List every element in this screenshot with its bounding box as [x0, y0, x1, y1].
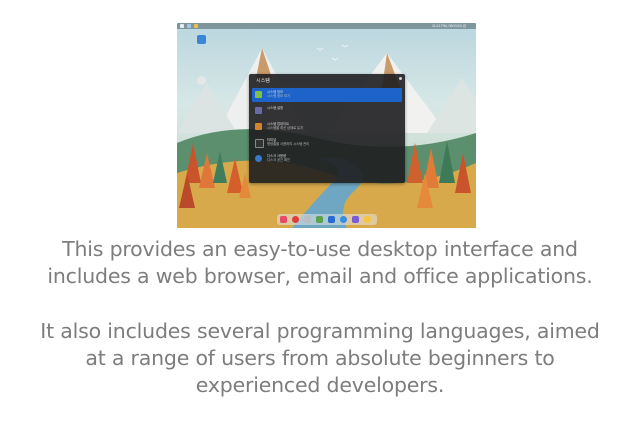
desktop-folder-icon[interactable] — [197, 35, 206, 44]
menu-item-title: 시스템 설정 — [267, 106, 284, 110]
caption-line: experienced developers. — [195, 373, 445, 397]
disk-icon — [255, 155, 262, 162]
system-menu: 시스템 시스템 정보 시스템 정보 보기 시스템 설정 시스템 업데이트 시스템… — [249, 74, 405, 183]
dock — [277, 214, 377, 225]
caption-line: This provides an easy-to-use desktop int… — [62, 237, 578, 261]
menu-item-subtitle: 시스템을 최신 상태로 유지 — [267, 126, 304, 130]
menu-item-system-info[interactable]: 시스템 정보 시스템 정보 보기 — [252, 88, 402, 102]
clock[interactable]: 11:11 PM, 09/11/24 금 — [432, 23, 466, 29]
caption-paragraph-1: This provides an easy-to-use desktop int… — [20, 236, 620, 290]
caption-line: It also includes several programming lan… — [40, 319, 600, 343]
desktop-disk-icon[interactable] — [197, 76, 206, 85]
update-icon — [255, 123, 262, 130]
app-icon[interactable] — [328, 216, 335, 223]
trash-icon[interactable] — [304, 216, 311, 223]
desktop-screenshot: 11:11 PM, 09/11/24 금 시스템 시스템 정보 시스템 정보 보… — [177, 23, 476, 228]
monitor-icon — [255, 91, 262, 98]
caption-line: includes a web browser, email and office… — [47, 264, 593, 288]
files-icon[interactable] — [316, 216, 323, 223]
close-icon[interactable] — [399, 77, 402, 80]
browser-icon[interactable] — [340, 216, 347, 223]
menu-item-subtitle: 디스크 공간 확인 — [267, 158, 291, 162]
raspberry-icon[interactable] — [280, 216, 287, 223]
caption-line: at a range of users from absolute beginn… — [85, 346, 555, 370]
menu-item-terminal[interactable]: 터미널 명령줄을 사용하여 시스템 관리 — [252, 136, 402, 150]
media-icon[interactable] — [352, 216, 359, 223]
power-icon[interactable] — [292, 216, 299, 223]
settings-icon — [255, 107, 262, 114]
caption-paragraph-2: It also includes several programming lan… — [20, 318, 620, 399]
menu-item-disk-usage[interactable]: 디스크 사용량 디스크 공간 확인 — [252, 152, 402, 166]
browser-icon[interactable] — [187, 24, 191, 28]
menu-icon[interactable] — [180, 24, 184, 28]
menu-title: 시스템 — [256, 78, 270, 84]
folder-icon[interactable] — [364, 216, 371, 223]
top-panel: 11:11 PM, 09/11/24 금 — [177, 23, 476, 29]
terminal-icon — [255, 139, 264, 148]
folder-icon[interactable] — [194, 24, 198, 28]
menu-item-system-update[interactable]: 시스템 업데이트 시스템을 최신 상태로 유지 — [252, 120, 402, 134]
menu-item-subtitle: 시스템 정보 보기 — [267, 94, 291, 98]
menu-item-subtitle: 명령줄을 사용하여 시스템 관리 — [267, 142, 310, 146]
menu-item-system-settings[interactable]: 시스템 설정 — [252, 104, 402, 118]
